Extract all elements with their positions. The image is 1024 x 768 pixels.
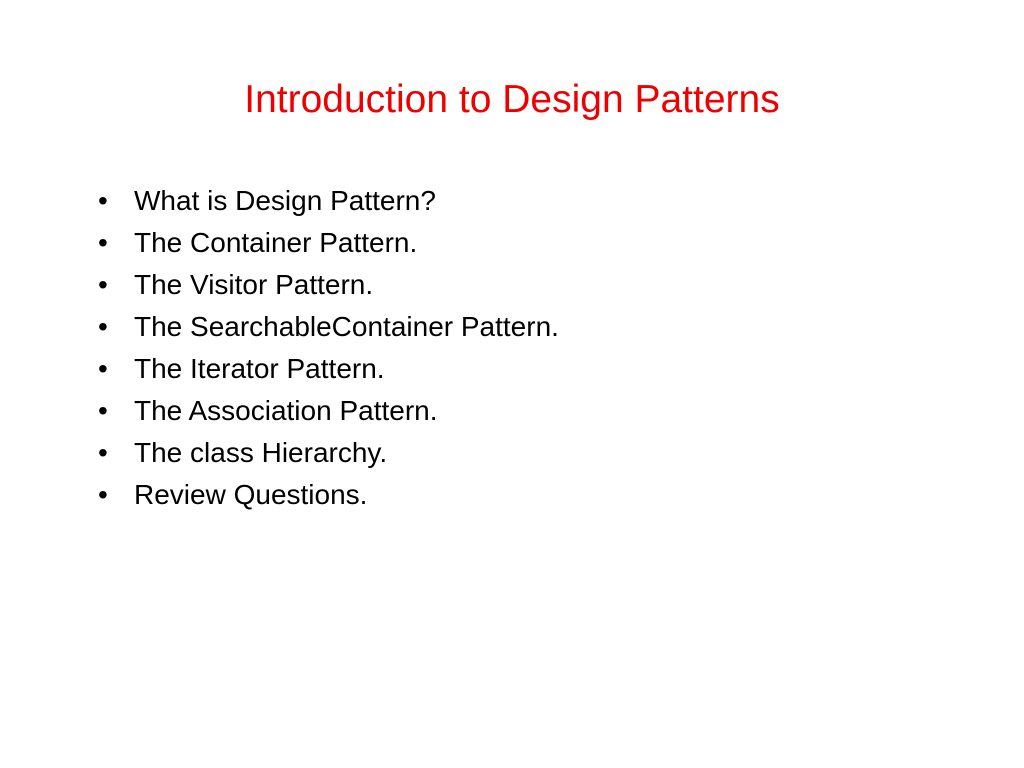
list-item: Review Questions.	[98, 474, 1024, 516]
slide-title: Introduction to Design Patterns	[0, 78, 1024, 122]
bullet-list: What is Design Pattern? The Container Pa…	[0, 180, 1024, 516]
list-item: The Association Pattern.	[98, 390, 1024, 432]
list-item: The Iterator Pattern.	[98, 348, 1024, 390]
list-item: What is Design Pattern?	[98, 180, 1024, 222]
list-item: The Visitor Pattern.	[98, 264, 1024, 306]
list-item: The class Hierarchy.	[98, 432, 1024, 474]
list-item: The Container Pattern.	[98, 222, 1024, 264]
slide-container: Introduction to Design Patterns What is …	[0, 0, 1024, 768]
list-item: The SearchableContainer Pattern.	[98, 306, 1024, 348]
